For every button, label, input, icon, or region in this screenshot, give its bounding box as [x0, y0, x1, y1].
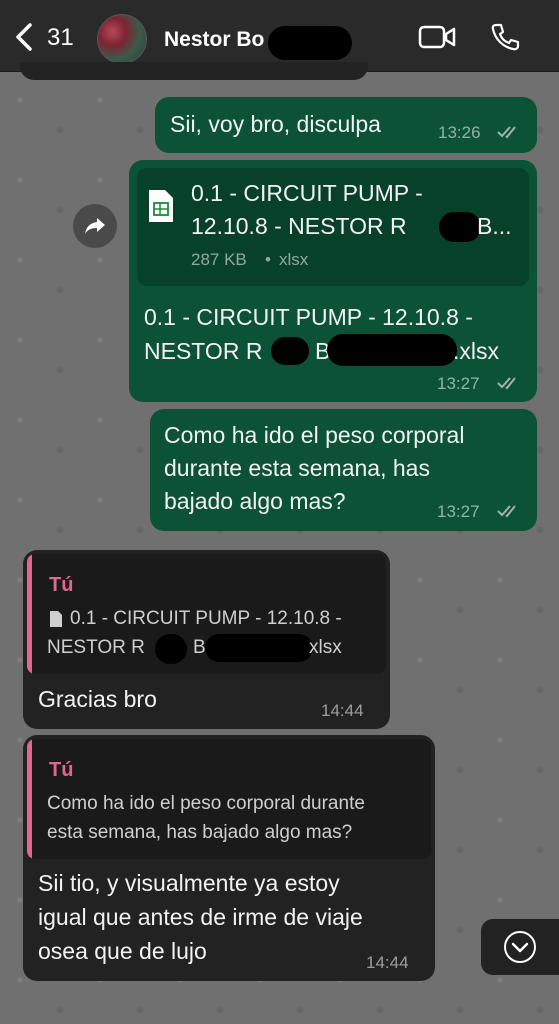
message-time: 14:44	[366, 953, 409, 972]
redaction-mark	[271, 337, 309, 365]
avatar[interactable]	[97, 14, 147, 64]
file-name-line2: 12.10.8 - NESTOR R	[191, 213, 407, 239]
file-separator: •	[265, 250, 271, 269]
redaction-mark	[268, 26, 352, 60]
read-ticks-icon	[497, 505, 516, 518]
file-size: 287 KB	[191, 250, 247, 269]
message-time: 13:26	[438, 123, 481, 142]
message-text-line1: Como ha ido el peso corporal	[164, 422, 465, 448]
message-time: 13:27	[437, 374, 480, 393]
quote-text-line2: NESTOR R	[47, 637, 145, 658]
scroll-to-bottom-button[interactable]	[481, 919, 559, 975]
message-bubble-partial	[20, 62, 368, 80]
quote-accent-bar	[27, 739, 32, 859]
file-caption-line2: NESTOR R	[144, 338, 263, 364]
redaction-mark	[439, 212, 481, 242]
read-ticks-icon	[497, 126, 516, 139]
message-text: Sii, voy bro, disculpa	[170, 111, 381, 137]
chevron-down-icon	[504, 931, 536, 963]
forward-arrow-icon	[85, 218, 105, 234]
quote-text-line1: 0.1 - CIRCUIT PUMP - 12.10.8 -	[70, 608, 342, 629]
redaction-mark	[155, 634, 187, 664]
redaction-mark	[327, 334, 457, 366]
file-name-line2-end: B...	[477, 213, 512, 239]
quote-text-ext: xlsx	[309, 637, 342, 658]
phone-icon[interactable]	[490, 22, 520, 52]
forward-button[interactable]	[73, 204, 117, 248]
message-time: 13:27	[437, 502, 480, 521]
quote-accent-bar	[27, 554, 32, 674]
quote-author: Tú	[49, 574, 74, 596]
message-time: 14:44	[321, 701, 364, 720]
quote-text-line2: esta semana, has bajado algo mas?	[47, 822, 353, 843]
quote-text-b: B	[193, 637, 206, 658]
redaction-mark	[205, 634, 313, 662]
message-bubble-outgoing[interactable]: Sii, voy bro, disculpa 13:26	[155, 97, 537, 153]
message-text-line3: osea que de lujo	[38, 938, 207, 964]
quote-author: Tú	[49, 759, 74, 781]
quoted-message[interactable]: Tú 0.1 - CIRCUIT PUMP - 12.10.8 - NESTOR…	[27, 554, 386, 674]
file-name-line1: 0.1 - CIRCUIT PUMP -	[191, 180, 423, 206]
video-call-icon[interactable]	[418, 24, 456, 50]
file-attachment[interactable]: 0.1 - CIRCUIT PUMP - 12.10.8 - NESTOR R …	[137, 168, 529, 286]
file-caption-ext: .xlsx	[453, 338, 499, 364]
message-text-line1: Sii tio, y visualmente ya estoy	[38, 870, 340, 896]
message-text: Gracias bro	[38, 686, 157, 712]
document-icon	[50, 611, 62, 627]
file-extension: xlsx	[279, 250, 309, 269]
contact-name[interactable]: Nestor Bo	[164, 28, 264, 52]
unread-count[interactable]: 31	[47, 24, 74, 52]
message-text-line2: durante esta semana, has	[164, 455, 430, 481]
spreadsheet-file-icon	[149, 190, 173, 222]
message-bubble-outgoing[interactable]: Como ha ido el peso corporal durante est…	[150, 409, 537, 531]
quoted-message[interactable]: Tú Como ha ido el peso corporal durante …	[27, 739, 431, 859]
message-bubble-incoming[interactable]: Tú Como ha ido el peso corporal durante …	[23, 735, 435, 981]
read-ticks-icon	[497, 377, 516, 390]
message-text-line2: igual que antes de irme de viaje	[38, 904, 363, 930]
file-caption-line1: 0.1 - CIRCUIT PUMP - 12.10.8 -	[144, 304, 473, 330]
message-bubble-incoming[interactable]: Tú 0.1 - CIRCUIT PUMP - 12.10.8 - NESTOR…	[23, 550, 390, 729]
back-chevron-icon[interactable]	[10, 20, 40, 54]
message-text-line3: bajado algo mas?	[164, 488, 346, 514]
message-bubble-file[interactable]: 0.1 - CIRCUIT PUMP - 12.10.8 - NESTOR R …	[129, 160, 537, 402]
quote-text-line1: Como ha ido el peso corporal durante	[47, 793, 365, 814]
